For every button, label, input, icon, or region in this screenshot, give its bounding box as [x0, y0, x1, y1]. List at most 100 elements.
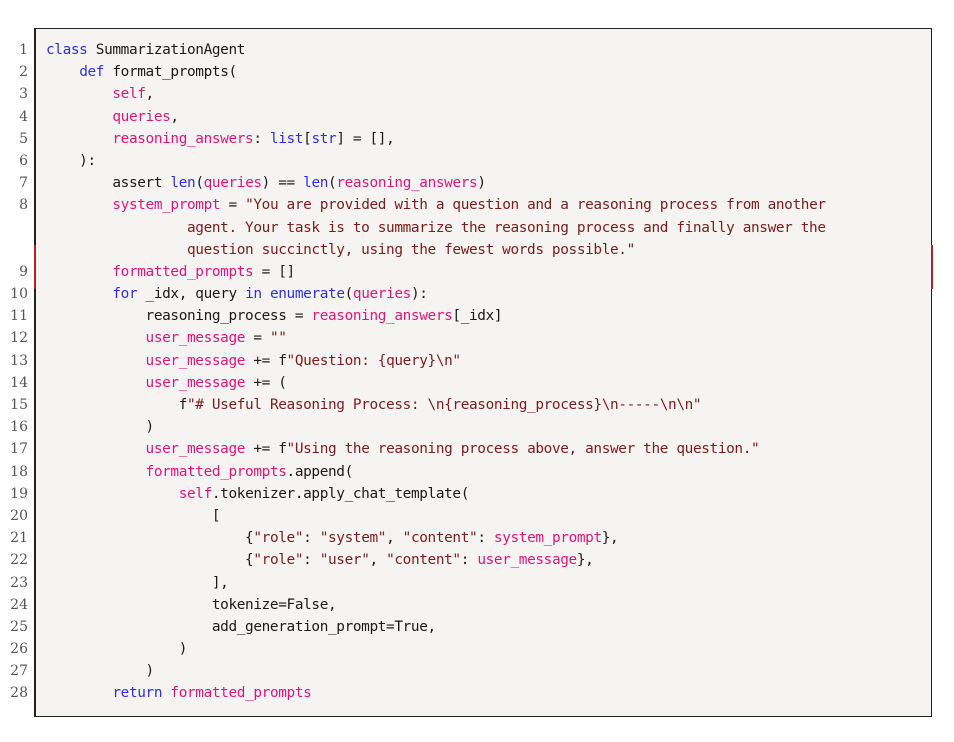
variable-token: user_message: [145, 374, 246, 391]
line-wrap-marker: [931, 266, 933, 289]
code-line: [: [46, 505, 826, 527]
line-number: 28: [10, 685, 28, 702]
keyword-token: len: [303, 175, 329, 192]
keyword-token: len: [170, 175, 196, 192]
code-text: += (: [245, 374, 287, 391]
variable-token: queries: [203, 175, 262, 192]
code-text: (: [195, 175, 204, 192]
code-line: ):: [46, 150, 826, 172]
code-text: .tokenizer.apply_chat_template(: [211, 485, 470, 502]
variable-token: user_message: [145, 352, 246, 369]
code-text: ) ==: [261, 175, 304, 192]
code-line: reasoning_process = reasoning_answers[_i…: [46, 305, 826, 327]
code-text: :: [303, 552, 320, 569]
line-wrap-marker: [34, 266, 36, 289]
variable-token: reasoning_answers: [112, 130, 254, 147]
code-line: user_message = "": [46, 327, 826, 349]
line-number: 23: [10, 574, 28, 591]
code-text: add_generation_prompt=True,: [46, 618, 436, 635]
code-line: def format_prompts(: [46, 61, 826, 83]
line-number: 1: [19, 42, 28, 58]
code-text: [_idx]: [452, 308, 503, 325]
line-number: 16: [10, 419, 28, 436]
string-token: "": [269, 330, 287, 347]
code-text: += f: [245, 352, 287, 369]
code-line: {"role": "user", "content": user_message…: [46, 549, 826, 571]
keyword-token: return: [112, 685, 163, 702]
code-line: ],: [46, 572, 826, 594]
keyword-token: def: [79, 64, 105, 81]
code-text: (: [344, 286, 354, 303]
variable-token: system_prompt: [112, 197, 221, 214]
line-number: 14: [10, 374, 28, 391]
string-token: question succinctly, using the fewest wo…: [187, 241, 635, 258]
variable-token: self: [112, 86, 146, 103]
code-text: ,: [386, 530, 403, 547]
line-number: 5: [19, 130, 28, 147]
code-text: += f: [245, 441, 287, 458]
line-number: 20: [10, 507, 28, 524]
variable-token: user_message: [477, 552, 577, 569]
code-text: ): [46, 419, 155, 436]
keyword-token: list: [269, 130, 304, 147]
keyword-token: for: [112, 286, 138, 303]
variable-token: self: [178, 485, 213, 502]
line-number: [0, 217, 28, 239]
code-text: :: [477, 530, 494, 547]
code-line: formatted_prompts.append(: [46, 461, 826, 483]
code-line: add_generation_prompt=True,: [46, 616, 826, 638]
code-line: user_message += f"Question: {query}\n": [46, 350, 826, 372]
line-number: 9: [19, 263, 28, 280]
variable-token: reasoning_answers: [336, 175, 478, 192]
variable-token: formatted_prompts: [112, 263, 254, 280]
variable-token: user_message: [145, 330, 246, 347]
code-line-continuation: agent. Your task is to summarize the rea…: [46, 217, 826, 239]
string-token: "user": [319, 552, 370, 569]
code-line: user_message += f"Using the reasoning pr…: [46, 438, 826, 460]
keyword-token: str: [311, 130, 337, 147]
string-token: "You are provided with a question and a …: [245, 197, 826, 214]
line-number: 12: [10, 330, 28, 347]
line-number: 15: [10, 397, 28, 413]
code-line: f"# Useful Reasoning Process: \n{reasoni…: [46, 394, 826, 416]
line-number: 19: [10, 485, 28, 502]
code-text: format_prompts(: [104, 64, 237, 81]
code-text: ],: [46, 574, 229, 591]
line-number: 8: [19, 197, 28, 214]
code-body: class SummarizationAgent def format_prom…: [46, 39, 826, 705]
code-line: {"role": "system", "content": system_pro…: [46, 527, 826, 549]
code-line: assert len(queries) == len(reasoning_ans…: [46, 172, 826, 194]
code-line: formatted_prompts = []: [46, 261, 826, 283]
string-token: "Question: {query}\n": [286, 352, 462, 369]
code-line: self,: [46, 83, 826, 105]
line-number: [0, 239, 28, 261]
line-number: 18: [10, 463, 28, 480]
code-text: assert: [46, 175, 171, 192]
line-number: 22: [10, 552, 28, 569]
line-number: 10: [10, 286, 28, 303]
string-token: "Using the reasoning process above, answ…: [286, 441, 760, 458]
code-text: :: [253, 130, 270, 147]
string-token: "content": [386, 552, 461, 569]
variable-token: formatted_prompts: [170, 685, 312, 702]
code-text: ):: [410, 286, 428, 303]
line-number: 17: [10, 441, 28, 458]
code-text: [: [46, 507, 221, 524]
code-text: =: [245, 330, 270, 347]
code-line: tokenize=False,: [46, 594, 826, 616]
line-number: 26: [10, 641, 28, 658]
line-number: 13: [10, 352, 28, 369]
code-text: .append(: [286, 463, 354, 480]
variable-token: system_prompt: [493, 530, 602, 547]
line-number: 21: [10, 530, 28, 547]
